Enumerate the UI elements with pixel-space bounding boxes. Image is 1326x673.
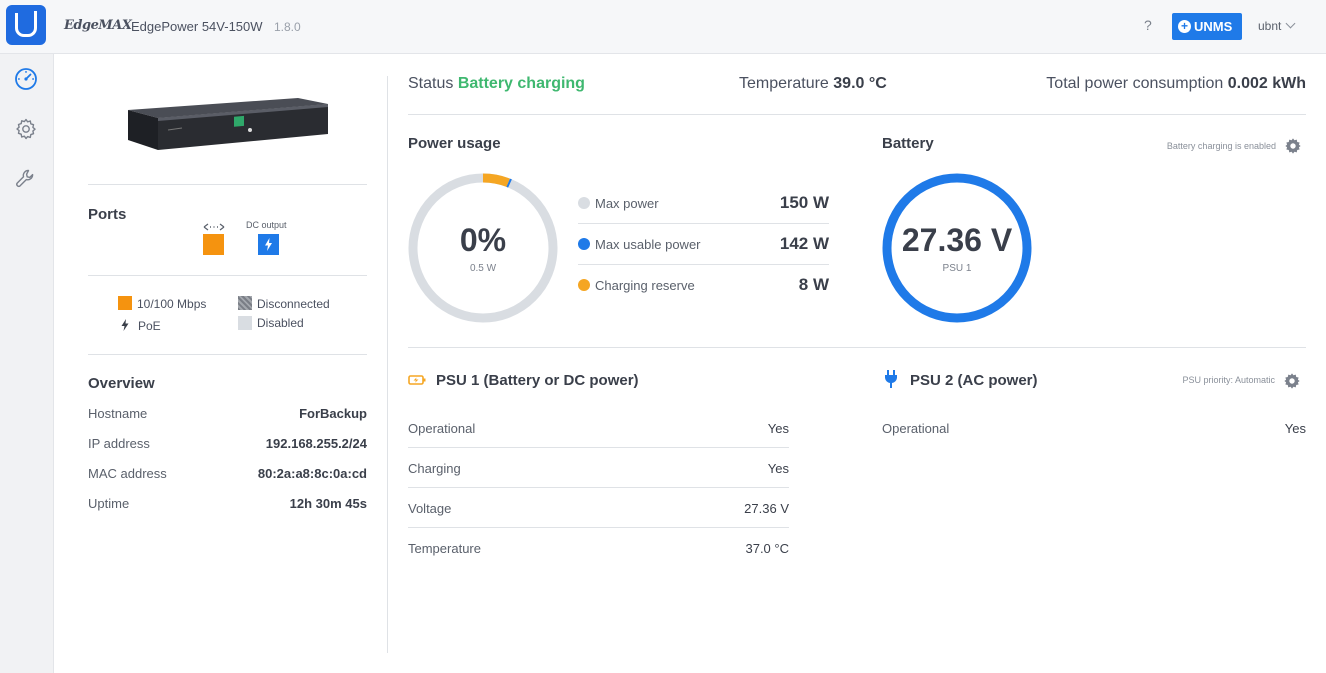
plus-icon: + bbox=[1178, 20, 1191, 33]
consumption-value: 0.002 kWh bbox=[1227, 75, 1306, 92]
mac-label: MAC address bbox=[88, 466, 167, 481]
power-percent: 0% bbox=[459, 222, 507, 258]
divider bbox=[408, 347, 1306, 348]
dc-output-label: DC output bbox=[246, 220, 287, 230]
speed-swatch bbox=[118, 296, 132, 310]
charging-reserve-value: 8 W bbox=[798, 275, 829, 294]
psu-priority-hint: PSU priority: Automatic bbox=[1182, 375, 1275, 385]
divider bbox=[88, 275, 367, 276]
psu2-operational-value: Yes bbox=[1284, 421, 1306, 436]
uptime-label: Uptime bbox=[88, 496, 130, 511]
max-power-label: Max power bbox=[595, 196, 659, 211]
bolt-icon bbox=[265, 238, 272, 251]
overview-title: Overview bbox=[88, 375, 155, 392]
ports-title: Ports bbox=[88, 206, 127, 223]
ip-value: 192.168.255.2/24 bbox=[265, 436, 367, 451]
max-power-value: 150 W bbox=[779, 193, 829, 212]
help-button[interactable]: ? bbox=[1144, 17, 1152, 33]
status-value: Battery charging bbox=[457, 75, 585, 92]
user-menu[interactable]: ubnt bbox=[1258, 19, 1281, 33]
unms-label: UNMS bbox=[1194, 19, 1233, 34]
dashboard-icon[interactable] bbox=[14, 67, 38, 91]
charging-reserve-label: Charging reserve bbox=[595, 278, 695, 293]
hostname-label: Hostname bbox=[88, 406, 148, 421]
divider bbox=[408, 114, 1306, 115]
psu1-charging-value: Yes bbox=[767, 461, 789, 476]
divider bbox=[578, 264, 829, 265]
psu1-charging-label: Charging bbox=[408, 461, 461, 476]
mac-value: 80:2a:a8:8c:0a:cd bbox=[257, 466, 367, 481]
battery-icon bbox=[408, 375, 426, 385]
charging-reserve-dot bbox=[578, 279, 590, 291]
psu1-temperature-value: 37.0 °C bbox=[745, 541, 789, 556]
legend-disabled: Disabled bbox=[257, 316, 304, 330]
battery-settings-gear-icon[interactable] bbox=[1284, 137, 1302, 155]
psu2-operational-label: Operational bbox=[882, 421, 950, 436]
status-label: Status bbox=[408, 75, 454, 92]
legend-poe: PoE bbox=[138, 319, 161, 333]
disabled-swatch bbox=[238, 316, 252, 330]
temperature-item: Temperature 39.0 °C bbox=[739, 75, 887, 93]
consumption-label: Total power consumption bbox=[1046, 75, 1224, 92]
temperature-value: 39.0 °C bbox=[833, 75, 887, 92]
max-usable-value: 142 W bbox=[779, 234, 829, 253]
poe-bolt-icon bbox=[121, 319, 129, 331]
sidebar bbox=[0, 54, 54, 673]
brand-logo: EdgeMAX bbox=[64, 18, 132, 33]
psu1-title: PSU 1 (Battery or DC power) bbox=[436, 372, 639, 389]
uplink-icon bbox=[203, 223, 225, 231]
gear-icon[interactable] bbox=[14, 117, 38, 141]
max-usable-dot bbox=[578, 238, 590, 250]
hostname-value: ForBackup bbox=[299, 406, 367, 421]
status-item: Status Battery charging bbox=[408, 75, 585, 93]
psu1-operational-label: Operational bbox=[408, 421, 476, 436]
chevron-down-icon[interactable] bbox=[1285, 18, 1296, 29]
psu1-operational-value: Yes bbox=[767, 421, 789, 436]
plug-icon bbox=[885, 370, 897, 388]
wrench-icon[interactable] bbox=[14, 167, 38, 191]
disconnected-swatch bbox=[238, 296, 252, 310]
psu1-voltage-label: Voltage bbox=[408, 501, 452, 516]
legend-speed: 10/100 Mbps bbox=[137, 297, 207, 311]
psu-settings-gear-icon[interactable] bbox=[1283, 372, 1301, 390]
device-image bbox=[128, 98, 328, 150]
top-bar: EdgeMAX EdgePower 54V-150W 1.8.0 ? + UNM… bbox=[0, 0, 1326, 54]
divider bbox=[408, 447, 789, 448]
ip-label: IP address bbox=[88, 436, 150, 451]
power-watts: 0.5 W bbox=[469, 263, 497, 274]
consumption-item: Total power consumption 0.002 kWh bbox=[1046, 75, 1306, 93]
battery-title: Battery bbox=[882, 135, 934, 152]
psu2-title: PSU 2 (AC power) bbox=[910, 372, 1038, 389]
ubiquiti-logo[interactable] bbox=[6, 5, 46, 45]
divider bbox=[578, 223, 829, 224]
psu1-temperature-label: Temperature bbox=[408, 541, 481, 556]
legend-disconnected: Disconnected bbox=[257, 297, 330, 311]
battery-source: PSU 1 bbox=[942, 263, 972, 274]
divider bbox=[88, 184, 367, 185]
divider bbox=[408, 487, 789, 488]
max-power-dot bbox=[578, 197, 590, 209]
dc-output-port[interactable] bbox=[258, 234, 279, 255]
uptime-value: 12h 30m 45s bbox=[289, 496, 367, 511]
product-name: EdgePower 54V-150W bbox=[131, 19, 263, 34]
firmware-version: 1.8.0 bbox=[274, 20, 301, 34]
battery-hint: Battery charging is enabled bbox=[1166, 141, 1276, 151]
power-usage-title: Power usage bbox=[408, 135, 501, 152]
panel-divider bbox=[387, 76, 388, 653]
temperature-label: Temperature bbox=[739, 75, 829, 92]
port-1[interactable] bbox=[203, 234, 224, 255]
max-usable-label: Max usable power bbox=[595, 237, 701, 252]
divider bbox=[408, 527, 789, 528]
battery-voltage: 27.36 V bbox=[901, 222, 1013, 258]
unms-button[interactable]: + UNMS bbox=[1172, 13, 1242, 40]
divider bbox=[88, 354, 367, 355]
psu1-voltage-value: 27.36 V bbox=[744, 501, 789, 516]
